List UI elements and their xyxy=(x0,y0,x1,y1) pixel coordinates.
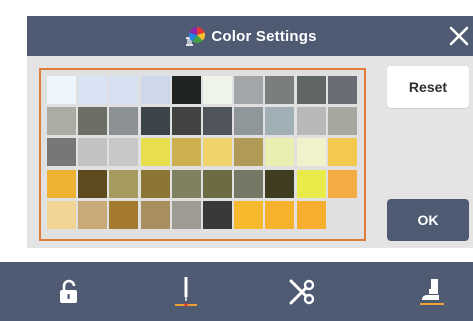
color-swatch[interactable] xyxy=(265,76,295,104)
color-swatch[interactable] xyxy=(202,200,232,229)
unlock-icon xyxy=(60,279,77,303)
color-swatch[interactable] xyxy=(140,138,170,167)
color-swatch[interactable] xyxy=(78,138,108,167)
color-swatch[interactable] xyxy=(296,107,326,136)
color-palette-grid xyxy=(47,76,357,229)
color-swatch[interactable] xyxy=(234,76,264,104)
color-swatch[interactable] xyxy=(171,169,201,198)
color-swatch[interactable] xyxy=(234,169,264,198)
color-settings-dialog: Color Settings Reset OK xyxy=(27,16,473,248)
dialog-title: Color Settings xyxy=(211,27,317,45)
color-swatch[interactable] xyxy=(78,107,108,136)
color-swatch[interactable] xyxy=(202,76,232,104)
color-swatch[interactable] xyxy=(47,76,76,104)
color-swatch[interactable] xyxy=(109,76,139,104)
color-swatch[interactable] xyxy=(265,107,295,136)
color-swatch[interactable] xyxy=(265,200,295,229)
color-swatch[interactable] xyxy=(78,169,108,198)
presser-foot-icon xyxy=(420,279,444,305)
dialog-titlebar: Color Settings xyxy=(27,16,473,56)
title-wrap: Color Settings xyxy=(27,16,473,56)
color-swatch[interactable] xyxy=(109,169,139,198)
color-swatch[interactable] xyxy=(234,107,264,136)
color-swatch[interactable] xyxy=(140,169,170,198)
thread-cutter-icon xyxy=(289,279,315,305)
color-swatch[interactable] xyxy=(234,200,264,229)
color-swatch[interactable] xyxy=(202,169,232,198)
thread-cutter-button[interactable] xyxy=(281,272,321,312)
needle-icon xyxy=(175,277,197,307)
color-swatch[interactable] xyxy=(47,200,76,229)
color-swatch[interactable] xyxy=(78,76,108,104)
color-palette xyxy=(39,68,366,241)
color-swatch[interactable] xyxy=(171,76,201,104)
color-swatch[interactable] xyxy=(327,107,357,136)
color-swatch[interactable] xyxy=(140,76,170,104)
color-swatch[interactable] xyxy=(296,138,326,167)
color-swatch[interactable] xyxy=(47,107,76,136)
unlock-button[interactable] xyxy=(50,272,90,312)
color-swatch[interactable] xyxy=(109,138,139,167)
ok-button[interactable]: OK xyxy=(387,199,469,241)
color-swatch[interactable] xyxy=(109,200,139,229)
close-icon[interactable] xyxy=(445,22,473,50)
color-swatch[interactable] xyxy=(327,169,357,198)
color-swatch[interactable] xyxy=(296,200,326,229)
color-swatch[interactable] xyxy=(140,200,170,229)
color-swatch[interactable] xyxy=(47,169,76,198)
color-swatch[interactable] xyxy=(202,107,232,136)
color-swatch[interactable] xyxy=(171,107,201,136)
color-swatch[interactable] xyxy=(234,138,264,167)
color-swatch[interactable] xyxy=(265,169,295,198)
color-swatch[interactable] xyxy=(327,138,357,167)
color-swatch[interactable] xyxy=(265,138,295,167)
color-swatch[interactable] xyxy=(296,169,326,198)
presser-foot-button[interactable] xyxy=(412,272,452,312)
bottom-toolbar xyxy=(0,262,473,321)
color-swatch[interactable] xyxy=(47,138,76,167)
reset-button[interactable]: Reset xyxy=(387,66,469,108)
color-spool-icon xyxy=(186,27,206,46)
color-swatch[interactable] xyxy=(202,138,232,167)
color-swatch[interactable] xyxy=(296,76,326,104)
color-swatch[interactable] xyxy=(109,107,139,136)
top-strip xyxy=(0,0,473,16)
color-swatch[interactable] xyxy=(140,107,170,136)
color-swatch[interactable] xyxy=(171,138,201,167)
color-swatch[interactable] xyxy=(171,200,201,229)
color-swatch[interactable] xyxy=(327,76,357,104)
needle-button[interactable] xyxy=(166,272,206,312)
color-swatch[interactable] xyxy=(78,200,108,229)
